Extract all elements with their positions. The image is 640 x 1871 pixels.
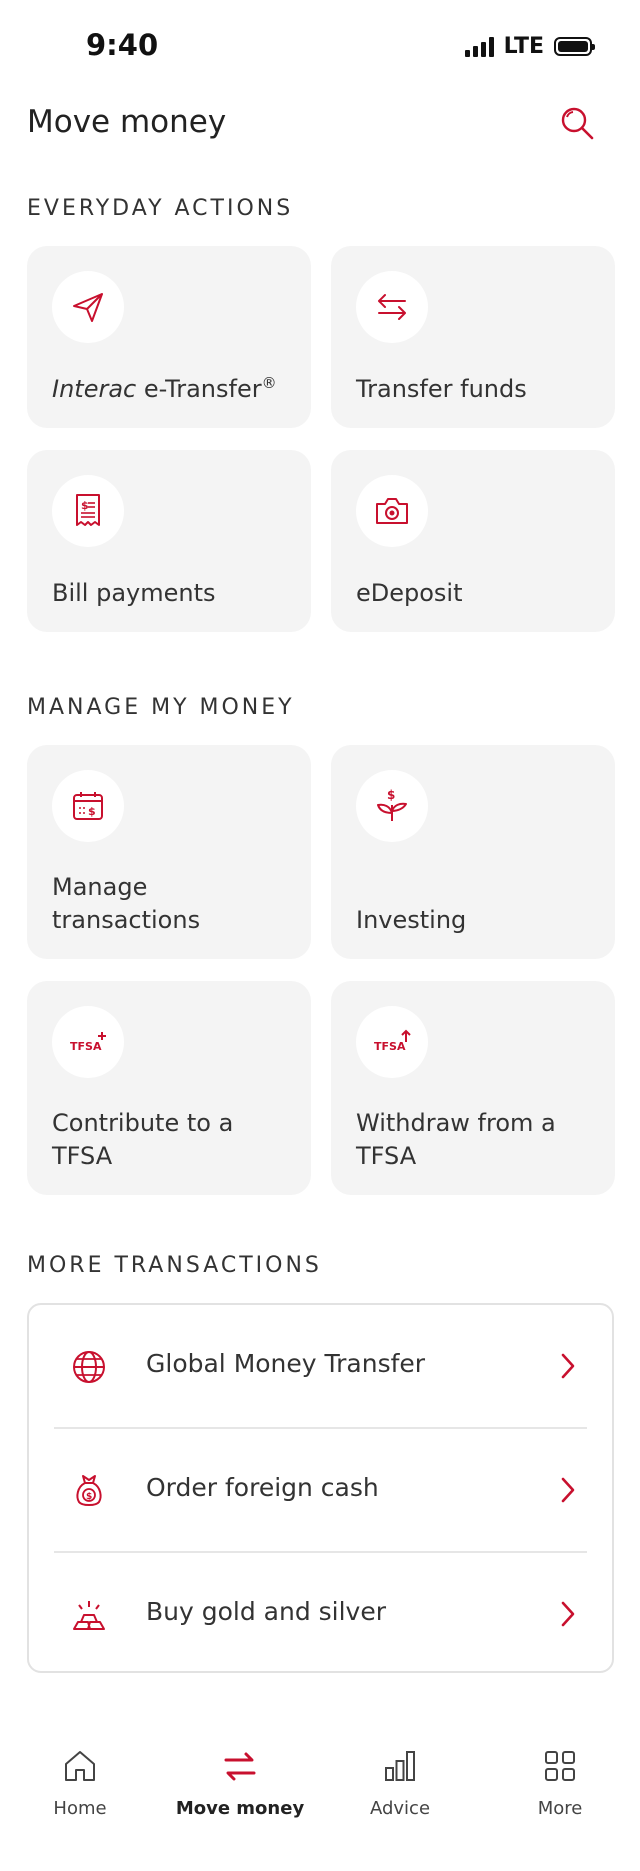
gold-bars-icon: [73, 1601, 105, 1630]
tab-advice-label: Advice: [369, 1798, 431, 1819]
tab-advice[interactable]: Advice: [330, 1746, 470, 1836]
chevron-right-icon: [561, 1601, 575, 1627]
order-foreign-cash-row[interactable]: $ Order foreign cash: [29, 1429, 612, 1553]
battery-icon: [554, 37, 595, 56]
tab-home-label: Home: [53, 1798, 107, 1819]
everyday-actions-grid: Interac e-Transfer® Transfer funds $ Bil…: [27, 246, 615, 632]
tab-home[interactable]: Home: [10, 1746, 150, 1836]
investing-label: Investing: [356, 906, 467, 934]
icon-circle: $: [356, 770, 428, 842]
bottom-tab-bar: Home Move money Advice More: [0, 1720, 640, 1871]
interac-etransfer-card[interactable]: Interac e-Transfer®: [27, 246, 311, 428]
globe-icon: [73, 1351, 105, 1383]
home-icon: [65, 1751, 95, 1781]
manage-money-grid: $ Manage transactions $ Investing TFSA C…: [27, 745, 615, 1195]
search-button[interactable]: [556, 102, 600, 146]
icon-circle: $: [52, 770, 124, 842]
withdraw-tfsa-card[interactable]: TFSA Withdraw from a TFSA: [331, 981, 615, 1195]
send-plane-icon: [73, 293, 103, 322]
manage-transactions-card[interactable]: $ Manage transactions: [27, 745, 311, 959]
more-transactions-list: Global Money Transfer $ Order foreign ca…: [27, 1303, 614, 1673]
tab-move-money[interactable]: Move money: [170, 1746, 310, 1836]
svg-text:$: $: [81, 499, 89, 512]
buy-gold-silver-label: Buy gold and silver: [146, 1597, 387, 1626]
edeposit-card[interactable]: eDeposit: [331, 450, 615, 632]
icon-circle: [356, 475, 428, 547]
plant-dollar-icon: $: [377, 788, 407, 821]
money-bag-icon: $: [76, 1475, 102, 1506]
icon-circle: [52, 271, 124, 343]
svg-text:$: $: [88, 805, 96, 818]
contribute-tfsa-label: Contribute to a TFSA: [52, 1109, 234, 1170]
tab-move-money-label: Move money: [175, 1798, 305, 1819]
transfer-funds-label: Transfer funds: [356, 375, 527, 403]
section-title-more: MORE TRANSACTIONS: [27, 1253, 322, 1278]
global-money-transfer-label: Global Money Transfer: [146, 1349, 426, 1378]
tab-more[interactable]: More: [490, 1746, 630, 1836]
global-money-transfer-row[interactable]: Global Money Transfer: [29, 1305, 612, 1429]
network-label: LTE: [503, 34, 544, 59]
tab-more-label: More: [537, 1798, 583, 1819]
investing-card[interactable]: $ Investing: [331, 745, 615, 959]
bill-payments-label: Bill payments: [52, 579, 216, 607]
edeposit-label: eDeposit: [356, 579, 463, 607]
interac-etransfer-label: Interac e-Transfer®: [52, 367, 292, 406]
tfsa-icon-text: TFSA: [374, 1040, 406, 1053]
icon-circle: TFSA: [356, 1006, 428, 1078]
order-foreign-cash-label: Order foreign cash: [146, 1473, 379, 1502]
status-indicators: LTE: [464, 34, 595, 59]
page-title: Move money: [27, 104, 227, 140]
tfsa-icon-text: TFSA: [70, 1040, 102, 1053]
camera-icon: [376, 498, 408, 524]
tfsa-plus-icon: TFSA: [70, 1032, 106, 1053]
registered-mark: ®: [261, 374, 277, 392]
grid-icon: [545, 1751, 575, 1781]
transfer-funds-card[interactable]: Transfer funds: [331, 246, 615, 428]
status-bar: 9:40 LTE: [0, 0, 640, 96]
chevron-right-icon: [561, 1353, 575, 1379]
buy-gold-silver-row[interactable]: Buy gold and silver: [29, 1553, 612, 1677]
etransfer-text: e-Transfer: [136, 375, 262, 403]
calendar-dollar-icon: $: [73, 792, 103, 820]
interac-brand-text: Interac: [52, 375, 137, 403]
icon-circle: [356, 271, 428, 343]
section-title-everyday: EVERYDAY ACTIONS: [27, 196, 294, 221]
bar-chart-icon: [385, 1751, 415, 1781]
status-time: 9:40: [86, 28, 159, 62]
signal-icon: [464, 36, 494, 57]
icon-circle: $: [52, 475, 124, 547]
bill-receipt-icon: $: [76, 494, 100, 526]
transfer-arrows-icon: [378, 294, 406, 320]
chevron-right-icon: [561, 1477, 575, 1503]
icon-circle: TFSA: [52, 1006, 124, 1078]
investing-icon-text: $: [387, 788, 395, 802]
transfer-arrows-icon: [224, 1752, 256, 1781]
svg-text:$: $: [86, 1492, 92, 1502]
withdraw-tfsa-label: Withdraw from a TFSA: [356, 1109, 556, 1170]
contribute-tfsa-card[interactable]: TFSA Contribute to a TFSA: [27, 981, 311, 1195]
bill-payments-card[interactable]: $ Bill payments: [27, 450, 311, 632]
search-icon: [561, 107, 594, 140]
section-title-manage: MANAGE MY MONEY: [27, 695, 295, 720]
manage-transactions-label: Manage transactions: [52, 873, 201, 934]
tfsa-arrow-up-icon: TFSA: [374, 1029, 411, 1053]
